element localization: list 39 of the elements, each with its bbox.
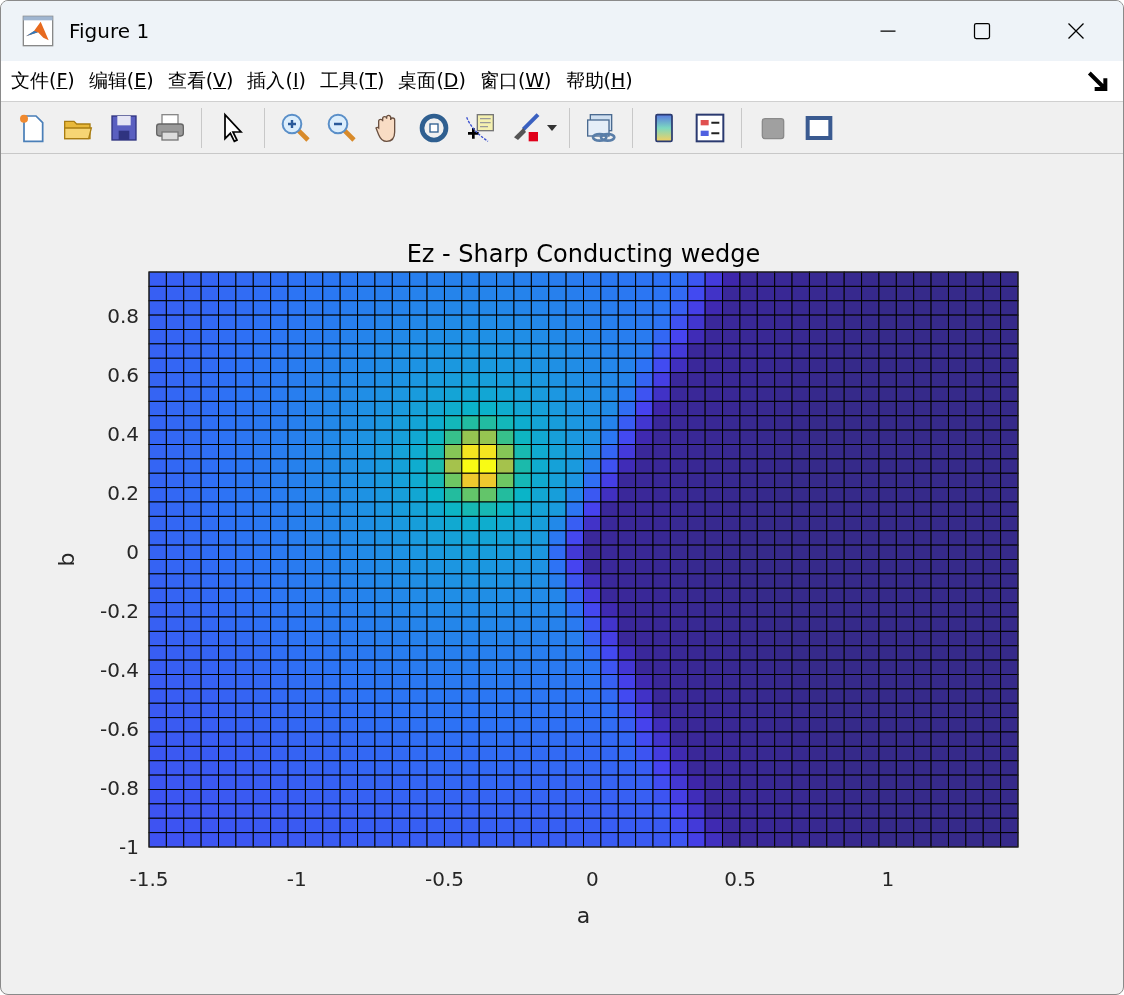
menu-item[interactable]: 桌面(D) <box>398 68 466 94</box>
y-tick-label: -0.2 <box>99 599 139 624</box>
zoom-in-icon[interactable] <box>280 111 312 144</box>
y-tick-label: 0.6 <box>107 363 139 388</box>
app-logo-icon <box>22 15 54 47</box>
y-tick-label: 0.4 <box>107 422 139 447</box>
menu-item[interactable]: 窗口(W) <box>479 68 552 94</box>
data-cursor-icon[interactable] <box>464 111 496 144</box>
x-axis-label: a <box>576 903 591 928</box>
x-tick-label: -0.5 <box>425 867 465 891</box>
x-tick-label: 0.5 <box>724 867 757 891</box>
rotate-icon[interactable] <box>418 111 450 144</box>
y-tick-label: 0.8 <box>107 304 139 329</box>
y-tick-label: -0.8 <box>99 776 139 801</box>
window-title: Figure 1 <box>69 19 151 43</box>
legend-icon[interactable] <box>694 111 726 144</box>
menu-item[interactable]: 编辑(E) <box>88 68 154 94</box>
x-tick-label: -1 <box>286 867 307 891</box>
menu-item[interactable]: 文件(F) <box>11 68 75 94</box>
x-tick-label: 0 <box>586 867 599 891</box>
x-tick-label: 1 <box>881 867 895 891</box>
zoom-out-icon[interactable] <box>326 111 358 144</box>
menu-item[interactable]: 插入(I) <box>247 68 306 94</box>
maximize-icon[interactable] <box>972 21 992 41</box>
x-tick-label: -1.5 <box>129 867 169 891</box>
y-tick-label: -1 <box>119 835 139 859</box>
y-tick-label: -0.4 <box>99 658 139 683</box>
menu-item[interactable]: 工具(T) <box>319 68 385 94</box>
menu-item[interactable]: 帮助(H) <box>565 68 633 94</box>
y-tick-label: 0.2 <box>107 481 139 506</box>
print-icon[interactable] <box>154 111 186 144</box>
linked-windows-icon[interactable] <box>585 111 617 144</box>
y-tick-label: -0.6 <box>99 717 139 742</box>
y-tick-label: 0 <box>126 540 139 565</box>
menu-item[interactable]: 查看(V) <box>167 68 234 94</box>
chart-title: Ez - Sharp Conducting wedge <box>406 240 761 268</box>
dropdown-caret-icon[interactable] <box>547 123 557 132</box>
close-icon[interactable] <box>1066 21 1086 41</box>
y-axis-label: b <box>54 552 79 567</box>
